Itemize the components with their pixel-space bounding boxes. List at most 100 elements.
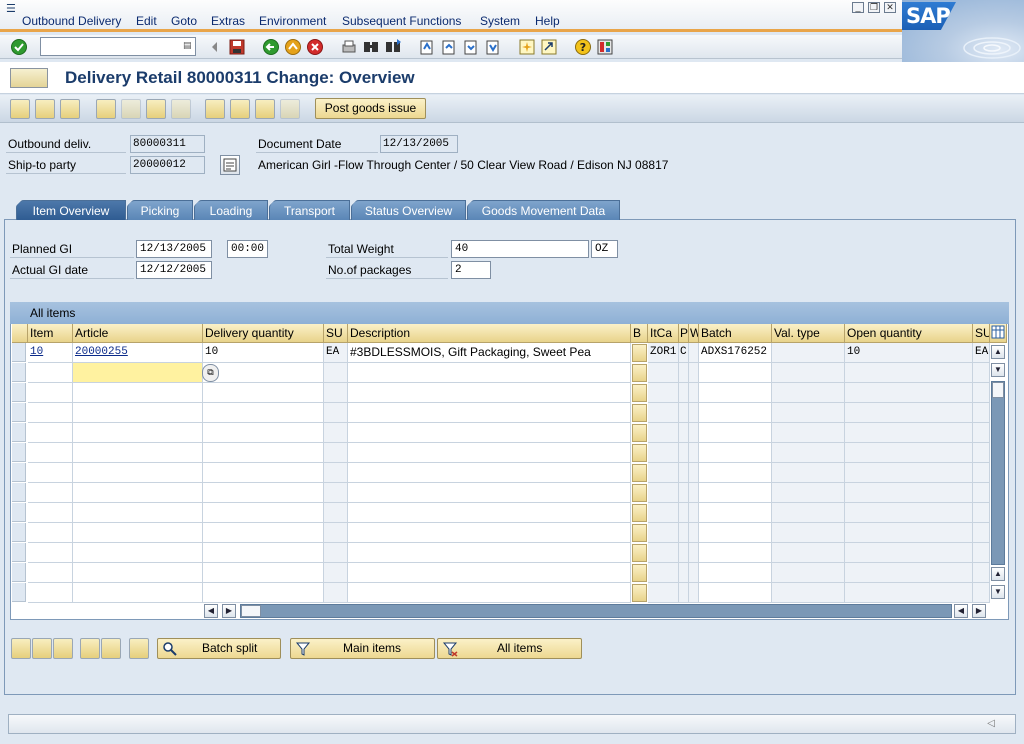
tab-picking[interactable]: Picking — [127, 200, 193, 220]
table-cell[interactable] — [73, 543, 203, 563]
scroll-up-button[interactable]: ▲ — [991, 345, 1005, 359]
table-cell[interactable] — [28, 483, 73, 503]
row-selector[interactable] — [12, 443, 26, 462]
value-help-button[interactable]: ⧉ — [202, 364, 219, 382]
table-cell[interactable] — [73, 503, 203, 523]
table-cell[interactable] — [28, 363, 73, 383]
help-icon[interactable]: ? — [574, 38, 592, 56]
row-selector[interactable] — [12, 363, 26, 382]
table-cell[interactable] — [689, 403, 699, 423]
table-cell[interactable] — [772, 483, 845, 503]
menu-extras[interactable]: Extras — [211, 14, 245, 28]
row-selector[interactable] — [12, 383, 26, 402]
table-cell[interactable] — [203, 503, 324, 523]
table-cell[interactable] — [772, 423, 845, 443]
scroll-page-right-button[interactable]: ▶ — [972, 604, 986, 618]
pack-icon[interactable] — [205, 99, 225, 119]
cell-batch[interactable]: ADXS176252 — [699, 343, 772, 363]
ship-to-party-field[interactable]: 20000012 — [130, 156, 205, 174]
table-cell[interactable] — [772, 363, 845, 383]
table-cell[interactable] — [648, 583, 679, 603]
table-cell[interactable] — [324, 583, 348, 603]
col-article[interactable]: Article — [73, 324, 203, 343]
table-cell[interactable] — [348, 583, 631, 603]
display-change-icon[interactable] — [10, 99, 30, 119]
table-cell[interactable] — [648, 483, 679, 503]
cell-b-button[interactable] — [632, 364, 647, 382]
col-open-quantity[interactable]: Open quantity — [845, 324, 973, 343]
col-item[interactable]: Item — [28, 324, 73, 343]
table-cell[interactable] — [772, 383, 845, 403]
scroll-right-small-button[interactable]: ▶ — [222, 604, 236, 618]
table-cell[interactable] — [73, 463, 203, 483]
table-cell[interactable] — [689, 363, 699, 383]
back-arrow-small-icon[interactable] — [206, 38, 224, 56]
table-cell[interactable] — [324, 403, 348, 423]
col-w[interactable]: W — [689, 324, 699, 343]
table-cell[interactable] — [973, 423, 990, 443]
table-cell[interactable] — [679, 403, 689, 423]
table-cell[interactable] — [973, 503, 990, 523]
table-cell[interactable] — [699, 503, 772, 523]
table-cell[interactable] — [699, 403, 772, 423]
customize-layout-icon[interactable] — [596, 38, 614, 56]
cell-delivery-quantity[interactable]: 10 — [203, 343, 324, 363]
table-cell[interactable] — [648, 563, 679, 583]
table-cell[interactable] — [203, 403, 324, 423]
table-cell[interactable] — [324, 463, 348, 483]
table-cell[interactable] — [28, 563, 73, 583]
table-cell[interactable] — [973, 463, 990, 483]
item-details-button[interactable] — [11, 638, 31, 659]
table-cell[interactable] — [689, 503, 699, 523]
select-all-header[interactable] — [12, 324, 28, 343]
restore-button[interactable]: ❐ — [868, 2, 880, 13]
table-cell[interactable] — [845, 543, 973, 563]
save-icon[interactable] — [228, 38, 246, 56]
table-cell[interactable] — [772, 463, 845, 483]
table-cell[interactable] — [28, 463, 73, 483]
col-su[interactable]: SU — [324, 324, 348, 343]
cell-description[interactable]: #3BDLESSMOIS, Gift Packaging, Sweet Pea — [348, 343, 631, 363]
table-cell[interactable] — [348, 423, 631, 443]
table-cell[interactable] — [348, 483, 631, 503]
table-cell[interactable] — [28, 403, 73, 423]
outbound-deliv-field[interactable]: 80000311 — [130, 135, 205, 153]
table-cell[interactable] — [73, 403, 203, 423]
col-description[interactable]: Description — [348, 324, 631, 343]
table-settings-button[interactable] — [990, 324, 1007, 343]
table-cell[interactable] — [689, 523, 699, 543]
table-cell[interactable] — [845, 563, 973, 583]
table-cell[interactable] — [679, 543, 689, 563]
table-cell[interactable] — [699, 423, 772, 443]
planned-gi-time-input[interactable]: 00:00 — [227, 240, 268, 258]
back-icon[interactable] — [262, 38, 280, 56]
shortcut-icon[interactable] — [540, 38, 558, 56]
exit-icon[interactable] — [284, 38, 302, 56]
table-cell[interactable] — [203, 383, 324, 403]
packages-input[interactable]: 2 — [451, 261, 491, 279]
cell-article[interactable]: 20000255 — [73, 343, 203, 363]
table-cell[interactable] — [73, 383, 203, 403]
table-cell[interactable] — [679, 423, 689, 443]
table-cell[interactable] — [203, 543, 324, 563]
table-cell[interactable] — [348, 463, 631, 483]
table-cell[interactable] — [648, 443, 679, 463]
row-selector[interactable] — [12, 583, 26, 602]
table-cell[interactable] — [689, 463, 699, 483]
ship-icon[interactable] — [255, 99, 275, 119]
cell-b-button[interactable] — [632, 544, 647, 562]
address-detail-button[interactable] — [220, 155, 240, 175]
table-cell[interactable] — [348, 363, 631, 383]
row-selector[interactable] — [12, 523, 26, 542]
menu-edit[interactable]: Edit — [136, 14, 157, 28]
print-output-icon[interactable] — [146, 99, 166, 119]
table-cell[interactable] — [772, 543, 845, 563]
table-cell[interactable] — [648, 543, 679, 563]
table-cell[interactable] — [348, 523, 631, 543]
col-itca[interactable]: ItCa — [648, 324, 679, 343]
planned-gi-date-input[interactable]: 12/13/2005 — [136, 240, 212, 258]
row-selector[interactable] — [12, 463, 26, 482]
table-cell[interactable] — [324, 423, 348, 443]
cell-b-button[interactable] — [632, 524, 647, 542]
next-page-icon[interactable] — [462, 38, 480, 56]
